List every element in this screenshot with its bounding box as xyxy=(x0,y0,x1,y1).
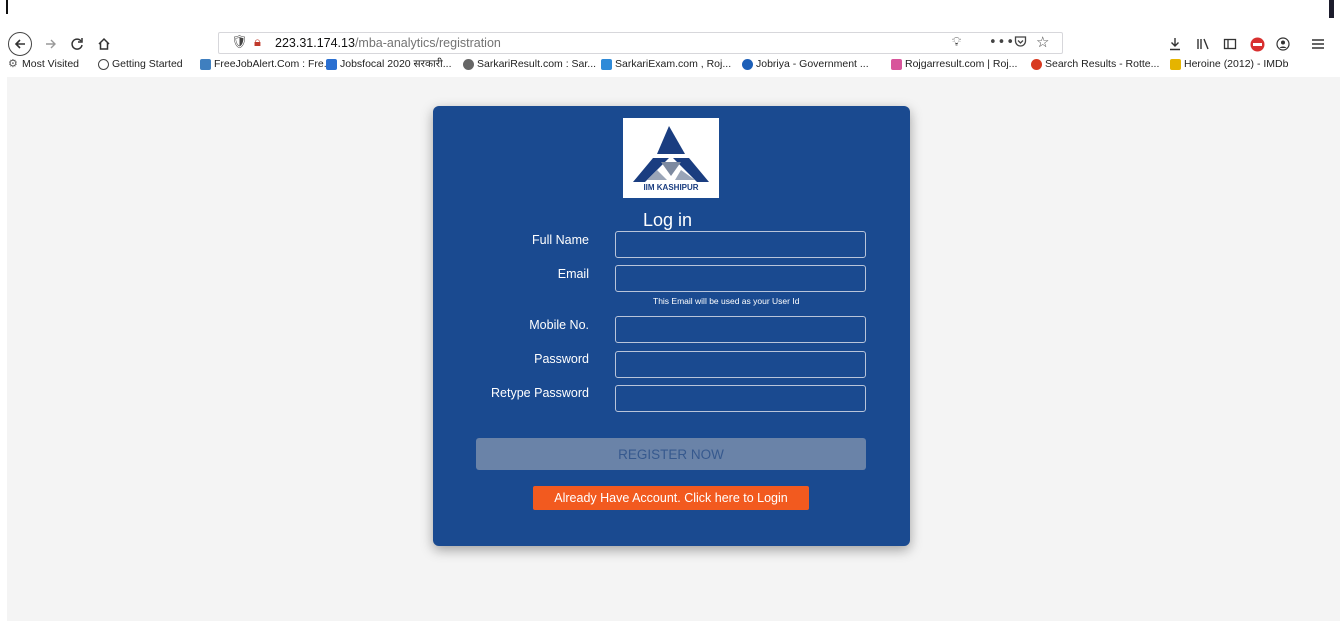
window-edge-right xyxy=(1329,0,1334,18)
bookmark-sarkariexam[interactable]: SarkariExam.com , Roj... xyxy=(601,56,731,72)
bookmark-freejobalert[interactable]: FreeJobAlert.Com : Fre... xyxy=(200,56,332,72)
password-input[interactable] xyxy=(615,351,866,378)
bookmark-imdb[interactable]: Heroine (2012) - IMDb xyxy=(1170,56,1288,72)
register-now-button[interactable]: REGISTER NOW xyxy=(476,438,866,470)
account-button[interactable] xyxy=(1270,31,1296,57)
iim-kashipur-logo: IIM KASHIPUR xyxy=(623,118,719,198)
full-name-label: Full Name xyxy=(532,233,589,247)
password-label: Password xyxy=(534,352,589,366)
shield-icon[interactable]: 🛡︎ xyxy=(231,35,248,50)
sarkariresult-icon xyxy=(463,58,474,70)
home-icon xyxy=(98,37,110,50)
sidebar-icon xyxy=(1223,38,1237,50)
arrow-left-icon xyxy=(14,39,25,49)
bookmark-getting-started[interactable]: Getting Started xyxy=(98,56,183,72)
account-icon xyxy=(1276,37,1290,51)
gear-icon: ⚙ xyxy=(8,57,18,70)
adblock-icon xyxy=(1250,37,1264,51)
full-name-input[interactable] xyxy=(615,231,866,258)
imdb-icon xyxy=(1170,58,1181,70)
bookmark-jobsfocal[interactable]: Jobsfocal 2020 सरकारी... xyxy=(326,56,452,72)
email-label: Email xyxy=(557,267,589,281)
bookmark-star-icon[interactable]: ☆ xyxy=(1036,33,1049,51)
rojgarresult-icon xyxy=(891,58,902,70)
bookmark-jobriya[interactable]: Jobriya - Government ... xyxy=(742,56,869,72)
sarkariexam-icon xyxy=(601,58,612,70)
email-hint: This Email will be used as your User Id xyxy=(653,296,800,306)
back-button[interactable] xyxy=(8,32,32,56)
download-icon xyxy=(1170,38,1180,51)
bulb-icon[interactable]: 💡︎ xyxy=(952,35,961,50)
bookmark-most-visited[interactable]: ⚙ Most Visited xyxy=(8,56,79,72)
jobriya-icon xyxy=(742,58,753,70)
sidebar-button[interactable] xyxy=(1217,31,1243,57)
bookmark-sarkariresult[interactable]: SarkariResult.com : Sar... xyxy=(463,56,596,72)
retype-password-input[interactable] xyxy=(615,385,866,412)
bookmark-rotten-tomatoes[interactable]: Search Results - Rotte... xyxy=(1031,56,1159,72)
tomato-icon xyxy=(1031,58,1042,70)
mobile-label: Mobile No. xyxy=(529,318,589,332)
globe-icon xyxy=(98,58,109,70)
home-button[interactable] xyxy=(91,31,117,57)
freejobalert-icon xyxy=(200,58,211,70)
bookmarks-toolbar: ⚙ Most Visited Getting Started FreeJobAle… xyxy=(0,56,1340,72)
pocket-icon[interactable] xyxy=(1014,35,1027,52)
mobile-input[interactable] xyxy=(615,316,866,343)
insecure-lock-icon[interactable]: 🔒︎ xyxy=(254,35,261,50)
registration-card: IIM KASHIPUR Log in Full Name Email This… xyxy=(433,106,910,546)
email-input[interactable] xyxy=(615,265,866,292)
downloads-button[interactable] xyxy=(1162,31,1188,57)
menu-button[interactable] xyxy=(1305,31,1331,57)
address-bar[interactable]: 🛡︎ 🔒︎ 223.31.174.13/mba-analytics/regist… xyxy=(218,32,1063,54)
jobsfocal-icon xyxy=(326,58,337,70)
hamburger-menu-icon xyxy=(1312,39,1324,49)
library-button[interactable] xyxy=(1190,31,1216,57)
page-actions-icon[interactable]: ••• xyxy=(989,35,1015,50)
retype-password-label: Retype Password xyxy=(491,386,589,400)
reload-button[interactable] xyxy=(64,31,90,57)
forward-button[interactable] xyxy=(38,31,64,57)
url-text[interactable]: 223.31.174.13/mba-analytics/registration xyxy=(275,36,501,50)
form-title: Log in xyxy=(643,210,693,230)
reload-icon xyxy=(71,38,83,50)
window-edge-left xyxy=(6,0,8,14)
bookmark-rojgarresult[interactable]: Rojgarresult.com | Roj... xyxy=(891,56,1017,72)
library-icon xyxy=(1197,38,1209,50)
arrow-right-icon xyxy=(46,39,56,49)
adblock-plus-button[interactable] xyxy=(1244,31,1270,57)
login-link-button[interactable]: Already Have Account. Click here to Logi… xyxy=(533,486,809,510)
